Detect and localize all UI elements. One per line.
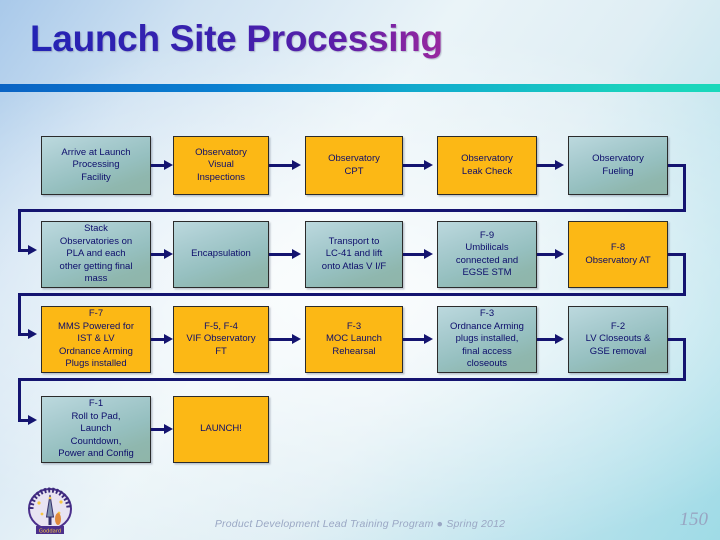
arrow-line-r2-2 (269, 253, 293, 256)
arrow-head-r1-3 (424, 160, 433, 170)
arrow-line-r2-1 (151, 253, 165, 256)
flow-box-label: F-7 MMS Powered for IST & LV Ordnance Armin… (57, 308, 135, 370)
arrow-head-r3-3 (424, 334, 433, 344)
arrow-line-r2-4 (537, 253, 556, 256)
wrap3-left (18, 378, 21, 421)
arrow-head-r3-2 (292, 334, 301, 344)
flow-box-label: Observatory Leak Check (461, 153, 513, 177)
flow-box-label: F-8 Observatory AT (585, 242, 651, 266)
wrap1-bottom (18, 209, 686, 212)
flow-box-label: Observatory CPT (328, 153, 380, 177)
arrow-head-r1-4 (555, 160, 564, 170)
arrow-head-r2-1 (164, 249, 173, 259)
flow-box-r3c2[interactable]: F-5, F-4 VIF Observatory FT (173, 306, 269, 373)
page-title: Launch Site Processing (30, 18, 443, 59)
wrap2-right (683, 253, 686, 296)
wrap3-right (683, 338, 686, 381)
wrap2-arrow-head (28, 329, 37, 339)
flow-box-r3c3[interactable]: F-3 MOC Launch Rehearsal (305, 306, 403, 373)
flow-box-label: F-3 MOC Launch Rehearsal (326, 320, 382, 357)
arrow-head-r3-1 (164, 334, 173, 344)
arrow-head-r1-2 (292, 160, 301, 170)
flow-box-r1c2[interactable]: Observatory Visual Inspections (173, 136, 269, 195)
flow-box-label: F-9 Umbilicals connected and EGSE STM (455, 229, 519, 279)
arrow-line-r1-4 (537, 164, 556, 167)
slide-canvas: Launch Site Processing Arrive at Launch P… (0, 0, 720, 540)
flow-box-label: F-3 Ordnance Arming plugs installed, final … (450, 308, 524, 370)
flow-box-r2c5[interactable]: F-8 Observatory AT (568, 221, 668, 288)
flow-box-r2c1[interactable]: Stack Observatories on PLA and each other g… (41, 221, 151, 288)
flow-box-label: Stack Observatories on PLA and each other g… (59, 223, 133, 285)
arrow-line-r3-1 (151, 338, 165, 341)
arrow-line-r1-3 (403, 164, 425, 167)
arrow-line-r1-2 (269, 164, 293, 167)
footer-text: Product Development Lead Training Progra… (214, 518, 506, 530)
flow-box-label: F-2 LV Closeouts & GSE removal (585, 320, 651, 357)
wrap1-arrow-head (28, 245, 37, 255)
flow-box-label: Arrive at Launch Processing Facility (61, 146, 131, 183)
arrow-head-r2-4 (555, 249, 564, 259)
flow-box-r3c5[interactable]: F-2 LV Closeouts & GSE removal (568, 306, 668, 373)
flow-box-r1c5[interactable]: Observatory Fueling (568, 136, 668, 195)
flow-box-label: F-5, F-4 VIF Observatory FT (186, 320, 256, 357)
arrow-head-r2-3 (424, 249, 433, 259)
arrow-head-r3-4 (555, 334, 564, 344)
flow-box-r1c1[interactable]: Arrive at Launch Processing Facility (41, 136, 151, 195)
flow-box-label: Transport to LC-41 and lift onto Atlas V I… (321, 235, 387, 272)
flow-box-r2c2[interactable]: Encapsulation (173, 221, 269, 288)
arrow-line-r3-4 (537, 338, 556, 341)
arrow-head-r2-2 (292, 249, 301, 259)
flow-box-label: Encapsulation (191, 248, 251, 260)
arrow-line-r1-1 (151, 164, 165, 167)
flow-box-r4c2[interactable]: LAUNCH! (173, 396, 269, 463)
arrow-head-r1-1 (164, 160, 173, 170)
flow-box-r2c4[interactable]: F-9 Umbilicals connected and EGSE STM (437, 221, 537, 288)
flow-box-label: LAUNCH! (200, 423, 242, 435)
wrap1-left (18, 209, 21, 251)
arrow-head-r4-1 (164, 424, 173, 434)
wrap2-left (18, 293, 21, 335)
flow-box-r1c4[interactable]: Observatory Leak Check (437, 136, 537, 195)
arrow-line-r2-3 (403, 253, 425, 256)
wrap1-right (683, 164, 686, 212)
flow-box-r3c4[interactable]: F-3 Ordnance Arming plugs installed, final … (437, 306, 537, 373)
flow-box-r1c3[interactable]: Observatory CPT (305, 136, 403, 195)
flow-box-r3c1[interactable]: F-7 MMS Powered for IST & LV Ordnance Armin… (41, 306, 151, 373)
flow-box-label: Observatory Fueling (592, 153, 644, 177)
flow-box-r2c3[interactable]: Transport to LC-41 and lift onto Atlas V I… (305, 221, 403, 288)
wrap3-bottom (18, 378, 686, 381)
arrow-line-r3-2 (269, 338, 293, 341)
arrow-line-r4-1 (151, 428, 165, 431)
arrow-line-r3-3 (403, 338, 425, 341)
flow-box-r4c1[interactable]: F-1 Roll to Pad, Launch Countdown, Power and… (41, 396, 151, 463)
wrap2-bottom (18, 293, 686, 296)
page-number: 150 (679, 509, 709, 530)
flow-box-label: F-1 Roll to Pad, Launch Countdown, Power and… (58, 398, 134, 460)
title-divider-bar (0, 84, 720, 92)
wrap3-arrow-head (28, 415, 37, 425)
flow-box-label: Observatory Visual Inspections (195, 146, 247, 183)
